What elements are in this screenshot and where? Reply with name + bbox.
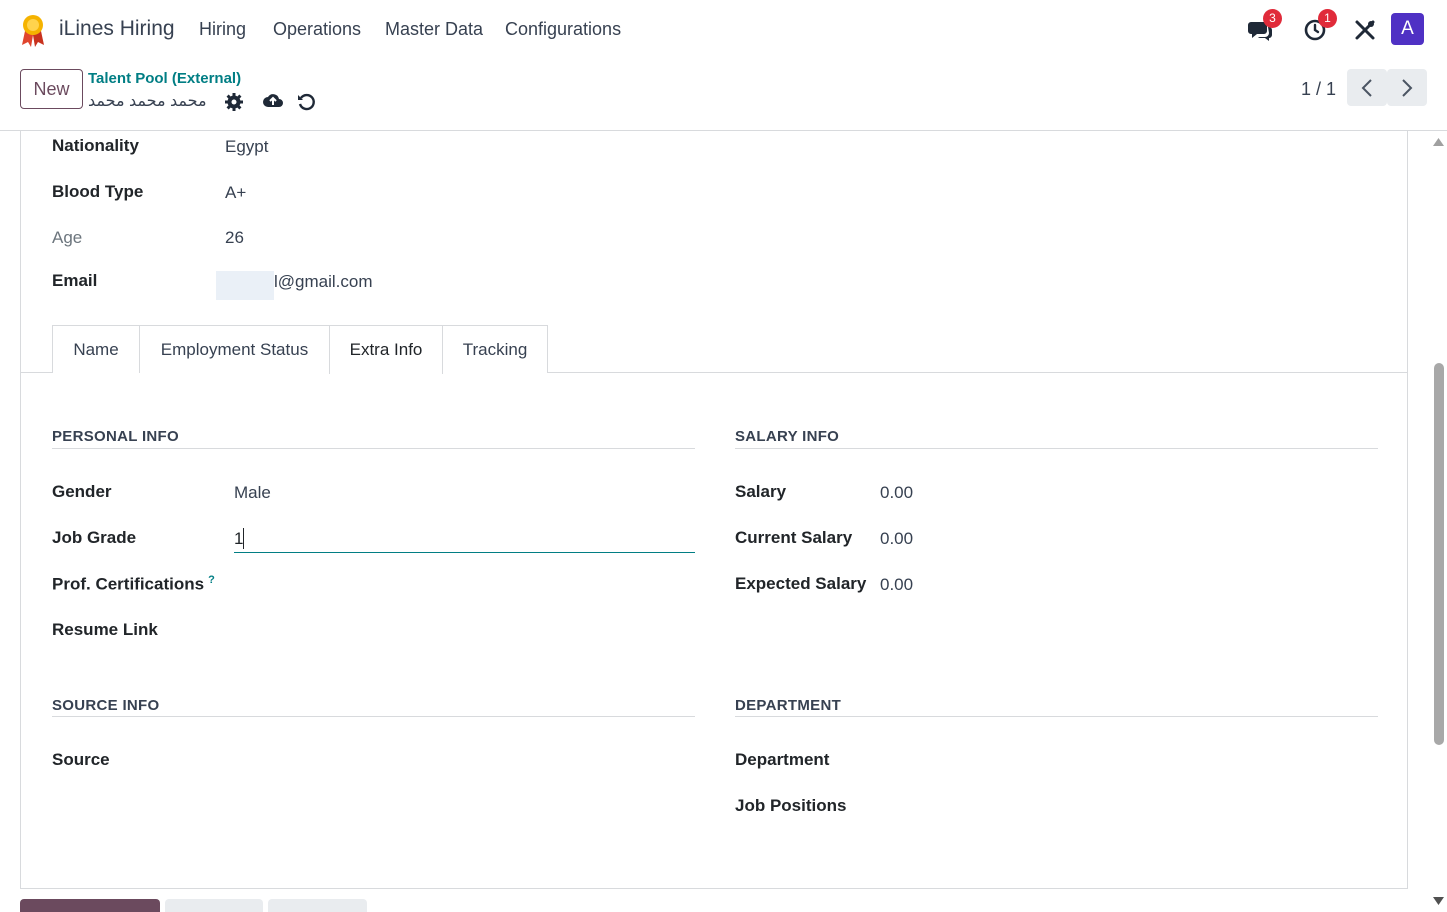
department-field[interactable] <box>880 747 1378 775</box>
scroll-down-arrow-icon[interactable] <box>1433 897 1444 906</box>
resume-link-field[interactable] <box>234 617 695 645</box>
expected-salary-label: Expected Salary <box>735 574 867 593</box>
menu-hiring[interactable]: Hiring <box>199 19 246 40</box>
form-sheet: Nationality Egypt Blood Type A+ Age 26 E… <box>20 131 1408 889</box>
gear-icon[interactable] <box>224 92 244 112</box>
control-panel: New Talent Pool (External) محمد محمد محم… <box>0 60 1447 131</box>
source-info-title: SOURCE INFO <box>52 697 160 714</box>
prof-certifications-label: Prof. Certifications? <box>52 574 215 595</box>
pager-previous-button[interactable] <box>1347 69 1387 106</box>
activities-count-badge: 1 <box>1318 9 1337 28</box>
user-avatar[interactable]: A <box>1391 13 1424 45</box>
gender-select[interactable]: Male <box>234 483 271 503</box>
job-positions-field[interactable] <box>880 793 1378 821</box>
salary-info-title: SALARY INFO <box>735 428 840 445</box>
age-value: 26 <box>225 228 244 247</box>
tab-extra-info[interactable]: Extra Info <box>329 325 443 374</box>
prof-certifications-field[interactable] <box>234 571 695 599</box>
app-logo-icon[interactable] <box>20 13 46 47</box>
tools-icon <box>1355 20 1375 40</box>
app-name[interactable]: iLines Hiring <box>59 17 175 41</box>
salary-info-divider <box>735 448 1378 449</box>
department-title: DEPARTMENT <box>735 697 842 714</box>
personal-info-title: PERSONAL INFO <box>52 428 179 445</box>
chatter-send-message-button[interactable] <box>20 899 160 912</box>
chevron-left-icon <box>1361 78 1372 97</box>
current-salary-input[interactable]: 0.00 <box>880 529 913 549</box>
expected-salary-input[interactable]: 0.00 <box>880 575 913 595</box>
salary-label: Salary <box>735 482 787 501</box>
redacted-email-block <box>216 271 274 300</box>
source-label: Source <box>52 750 110 769</box>
job-grade-input-underline <box>234 552 695 553</box>
messages-count-badge: 3 <box>1263 9 1282 28</box>
source-field[interactable] <box>234 747 695 775</box>
scroll-up-arrow-icon[interactable] <box>1433 137 1444 146</box>
personal-info-divider <box>52 448 695 449</box>
menu-operations[interactable]: Operations <box>273 19 361 40</box>
department-label: Department <box>735 750 830 769</box>
source-info-divider <box>52 716 695 717</box>
prof-certifications-label-text: Prof. Certifications <box>52 574 205 594</box>
pager-next-button[interactable] <box>1387 69 1427 106</box>
chevron-right-icon <box>1402 78 1413 97</box>
breadcrumb[interactable]: Talent Pool (External) <box>88 70 241 87</box>
messages-button[interactable]: 3 <box>1245 9 1282 48</box>
blood-type-label: Blood Type <box>52 182 144 201</box>
scrollbar-thumb[interactable] <box>1434 363 1444 745</box>
help-tooltip-icon[interactable]: ? <box>208 574 215 586</box>
tab-employment-status[interactable]: Employment Status <box>139 325 330 373</box>
chatter-activities-button[interactable] <box>268 899 367 912</box>
blood-type-field[interactable]: A+ <box>225 183 246 203</box>
nationality-label: Nationality <box>52 136 139 155</box>
job-grade-label: Job Grade <box>52 528 137 547</box>
department-divider <box>735 716 1378 717</box>
debug-tools-button[interactable] <box>1353 12 1377 48</box>
email-label: Email <box>52 271 98 290</box>
current-salary-label: Current Salary <box>735 528 853 547</box>
notebook-tabs: Name Employment Status Extra Info Tracki… <box>21 325 1407 374</box>
email-field[interactable]: l@gmail.com <box>274 272 373 292</box>
discard-icon[interactable] <box>296 92 316 112</box>
text-cursor <box>243 528 244 549</box>
age-label: Age <box>52 228 83 247</box>
new-button[interactable]: New <box>20 69 83 109</box>
cloud-upload-icon[interactable] <box>262 91 284 111</box>
chatter-log-note-button[interactable] <box>165 899 263 912</box>
activities-button[interactable]: 1 <box>1300 9 1337 48</box>
pager-value[interactable]: 1 / 1 <box>1301 79 1336 100</box>
vertical-scrollbar[interactable] <box>1430 131 1447 912</box>
menu-configurations[interactable]: Configurations <box>505 19 621 40</box>
record-title: محمد محمد محمد <box>88 93 207 110</box>
tab-tracking[interactable]: Tracking <box>442 325 548 373</box>
resume-link-label: Resume Link <box>52 620 158 639</box>
menu-master-data[interactable]: Master Data <box>385 19 483 40</box>
salary-input[interactable]: 0.00 <box>880 483 913 503</box>
job-positions-label: Job Positions <box>735 796 847 815</box>
top-navbar: iLines Hiring Hiring Operations Master D… <box>0 0 1447 60</box>
tab-name[interactable]: Name <box>52 325 140 373</box>
gender-label: Gender <box>52 482 112 501</box>
nationality-field[interactable]: Egypt <box>225 137 268 157</box>
